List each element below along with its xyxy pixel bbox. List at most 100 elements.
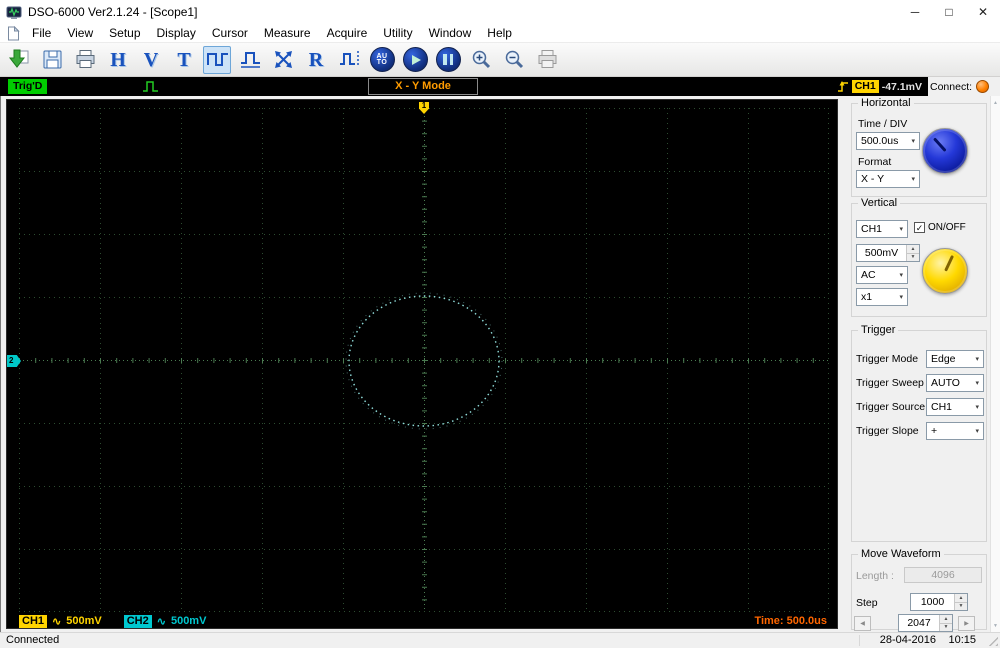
step-stepper[interactable]: 1000 ▲ ▼ (910, 593, 968, 611)
ch2-coupling-icon: ∿ (156, 615, 166, 628)
trigger-source-value: CH1 (931, 401, 953, 413)
menu-cursor[interactable]: Cursor (204, 25, 256, 41)
print-icon (74, 48, 97, 71)
load-waveform-button[interactable] (5, 46, 33, 74)
channel-onoff-checkbox[interactable]: ✓ ON/OFF (914, 222, 966, 233)
channel-onoff-label: ON/OFF (928, 222, 966, 233)
trigger-settings-button[interactable]: T (170, 46, 198, 74)
spin-up-icon[interactable]: ▲ (940, 615, 952, 624)
vertical-settings-button[interactable]: V (137, 46, 165, 74)
printer-gray-icon (536, 48, 559, 71)
coupling-select[interactable]: AC ▾ (856, 266, 908, 284)
run-button[interactable] (401, 46, 429, 74)
load-waveform-icon (8, 48, 31, 71)
volts-div-stepper[interactable]: 500mV ▲ ▼ (856, 244, 920, 262)
waveform-display-button[interactable] (203, 45, 231, 74)
stepper-arrows[interactable]: ▲ ▼ (906, 245, 919, 261)
menu-help[interactable]: Help (479, 25, 520, 41)
volts-div-value: 500mV (864, 247, 899, 259)
app-window: DSO-6000 Ver2.1.24 - [Scope1] ─ □ ✕ File… (0, 0, 1000, 648)
knob-pointer (943, 254, 954, 272)
menu-view[interactable]: View (59, 25, 101, 41)
menu-display[interactable]: Display (149, 25, 204, 41)
trigger-mode-select[interactable]: Edge ▾ (926, 350, 984, 368)
trigger-sweep-value: AUTO (931, 377, 960, 389)
connect-label: Connect: (930, 80, 973, 93)
ch1-coupling-icon: ∿ (52, 615, 62, 628)
zoom-in-button[interactable] (467, 46, 495, 74)
probe-select[interactable]: x1 ▾ (856, 288, 908, 306)
panel-scrollbar[interactable]: ▲ ▼ (990, 96, 1000, 632)
ch2-scale-readout: 500mV (170, 615, 207, 627)
waveform-cursor-button[interactable] (335, 46, 363, 74)
scroll-down-icon[interactable]: ▼ (991, 619, 1000, 632)
minimize-button[interactable]: ─ (898, 0, 932, 24)
move-waveform-title: Move Waveform (858, 548, 944, 560)
scroll-up-icon[interactable]: ▲ (991, 96, 1000, 109)
status-bar: Connected 28-04-2016 10:15 (0, 632, 1000, 648)
connection-status: Connected (6, 634, 60, 646)
vertical-knob[interactable] (922, 248, 968, 294)
waveform-baseline-button[interactable] (236, 46, 264, 74)
print-button[interactable] (71, 46, 99, 74)
right-arrow-icon: ▶ (964, 621, 969, 627)
menu-utility[interactable]: Utility (375, 25, 420, 41)
horizontal-knob[interactable] (922, 128, 968, 174)
move-left-button[interactable]: ◀ (854, 616, 871, 631)
save-button[interactable] (38, 46, 66, 74)
save-icon (41, 48, 64, 71)
menu-window[interactable]: Window (421, 25, 480, 41)
move-right-button[interactable]: ▶ (958, 616, 975, 631)
statusbar-divider (859, 635, 860, 646)
menu-measure[interactable]: Measure (256, 25, 319, 41)
trig-status-badge: Trig'D (8, 79, 48, 94)
timebase-readout: Time: 500.0us (754, 615, 827, 627)
channel-select[interactable]: CH1 ▾ (856, 220, 908, 238)
menu-acquire[interactable]: Acquire (319, 25, 376, 41)
square-wave-baseline-icon (239, 48, 262, 71)
spin-down-icon[interactable]: ▼ (940, 623, 952, 631)
time-div-label: Time / DIV (858, 118, 908, 130)
trigger-slope-value: + (931, 425, 938, 437)
close-button[interactable]: ✕ (966, 0, 1000, 24)
horizontal-letter: H (110, 48, 126, 71)
channel-value: CH1 (861, 223, 883, 235)
auto-setup-circle: AUTO (369, 47, 395, 72)
spin-down-icon[interactable]: ▼ (907, 253, 919, 261)
zoom-out-button[interactable] (500, 46, 528, 74)
stepper-arrows[interactable]: ▲ ▼ (939, 615, 952, 631)
time-div-select[interactable]: 500.0us ▾ (856, 132, 920, 150)
app-icon (6, 4, 22, 20)
trigger-level-readout: CH1 -47.1mV (837, 79, 922, 94)
auto-setup-label: AUTO (376, 52, 388, 66)
trigger-source-select[interactable]: CH1 ▾ (926, 398, 984, 416)
rising-edge-icon (837, 80, 849, 93)
connect-row: Connect: (928, 77, 1000, 96)
left-arrow-icon: ◀ (860, 621, 865, 627)
checkbox-check-icon: ✓ (914, 222, 925, 233)
trigger-channel-badge: CH1 (851, 80, 879, 93)
time-div-value: 500.0us (861, 135, 899, 147)
print-preview-button[interactable] (533, 46, 561, 74)
pause-button[interactable] (434, 46, 462, 74)
menu-setup[interactable]: Setup (101, 25, 148, 41)
trigger-slope-select[interactable]: + ▾ (926, 422, 984, 440)
position-stepper[interactable]: 2047 ▲ ▼ (898, 614, 953, 632)
auto-setup-button[interactable]: AUTO (368, 46, 396, 74)
menu-file[interactable]: File (24, 25, 59, 41)
spin-up-icon[interactable]: ▲ (907, 245, 919, 254)
record-button[interactable]: R (302, 46, 330, 74)
autoscale-button[interactable] (269, 46, 297, 74)
resize-grip[interactable] (987, 635, 998, 646)
spin-up-icon[interactable]: ▲ (955, 594, 967, 603)
trigger-mode-label: Trigger Mode (856, 353, 919, 365)
horizontal-settings-button[interactable]: H (104, 46, 132, 74)
maximize-button[interactable]: □ (932, 0, 966, 24)
stepper-arrows[interactable]: ▲ ▼ (954, 594, 967, 610)
trigger-sweep-select[interactable]: AUTO ▾ (926, 374, 984, 392)
square-wave-icon (206, 48, 229, 71)
format-select[interactable]: X - Y ▾ (856, 170, 920, 188)
spin-down-icon[interactable]: ▼ (955, 602, 967, 610)
step-value: 1000 (920, 596, 945, 608)
connect-indicator-button[interactable] (976, 80, 990, 93)
